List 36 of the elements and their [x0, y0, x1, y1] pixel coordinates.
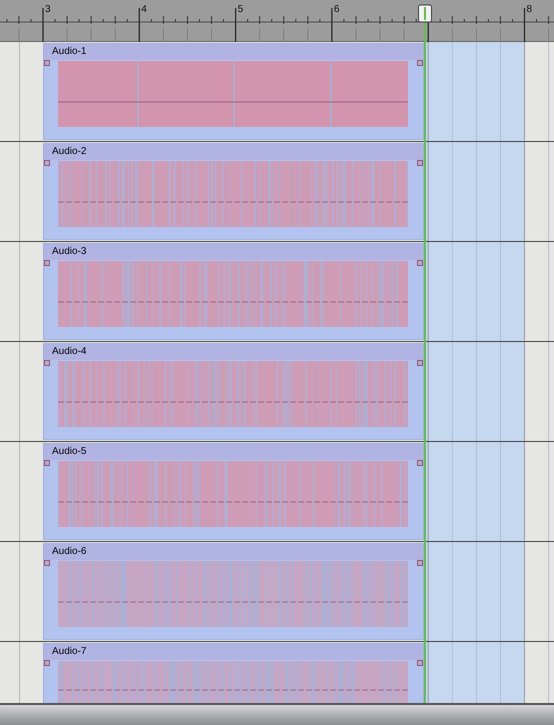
audio-region[interactable]: Audio-4 — [43, 343, 424, 440]
audio-region[interactable]: Audio-6 — [43, 543, 424, 640]
resize-handle[interactable] — [44, 160, 50, 166]
resize-handle[interactable] — [417, 360, 423, 366]
resize-handle[interactable] — [417, 260, 423, 266]
region-name: Audio-5 — [52, 447, 86, 457]
resize-handle[interactable] — [417, 160, 423, 166]
horizontal-scrollbar[interactable] — [0, 703, 554, 725]
audio-region[interactable]: Audio-1 — [43, 43, 424, 140]
bar-number: 4 — [141, 5, 147, 15]
resize-handle[interactable] — [44, 560, 50, 566]
resize-handle[interactable] — [44, 360, 50, 366]
resize-handle[interactable] — [417, 660, 423, 666]
resize-handle[interactable] — [44, 460, 50, 466]
audio-region[interactable]: Audio-5 — [43, 443, 424, 540]
audio-region[interactable]: Audio-2 — [43, 143, 424, 240]
region-name: Audio-4 — [52, 347, 86, 357]
region-name: Audio-6 — [52, 547, 86, 557]
region-name: Audio-7 — [52, 647, 86, 657]
resize-handle[interactable] — [417, 60, 423, 66]
playhead-drawing[interactable] — [417, 4, 433, 703]
bar-number: 5 — [238, 5, 244, 15]
bar-number: 8 — [526, 5, 532, 15]
audio-region[interactable]: Audio-7 — [43, 643, 424, 703]
audio-region[interactable]: Audio-3 — [43, 243, 424, 340]
timeline-ruler[interactable]: 3 4 5 6 8 — [0, 0, 554, 42]
resize-handle[interactable] — [44, 260, 50, 266]
region-name: Audio-1 — [52, 47, 86, 57]
bar-number: 6 — [334, 5, 340, 15]
region-name: Audio-2 — [52, 147, 86, 157]
resize-handle[interactable] — [417, 560, 423, 566]
resize-handle[interactable] — [417, 460, 423, 466]
region-name: Audio-3 — [52, 247, 86, 257]
resize-handle[interactable] — [44, 60, 50, 66]
bar-number: 3 — [45, 5, 51, 15]
resize-handle[interactable] — [44, 660, 50, 666]
